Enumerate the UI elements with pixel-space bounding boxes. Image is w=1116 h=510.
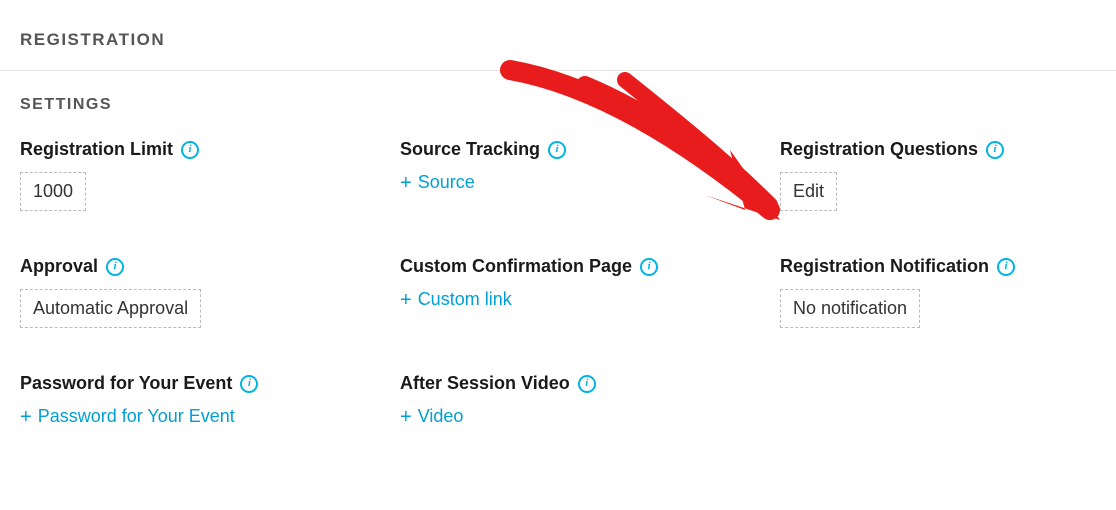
approval-field: Approval i Automatic Approval [20, 256, 400, 328]
section-title: REGISTRATION [20, 30, 1096, 50]
label-text: Password for Your Event [20, 373, 232, 394]
info-icon[interactable]: i [106, 258, 124, 276]
custom-confirmation-label: Custom Confirmation Page i [400, 256, 658, 277]
registration-questions-edit-button[interactable]: Edit [780, 172, 837, 211]
source-tracking-field: Source Tracking i + Source [400, 139, 780, 211]
approval-select[interactable]: Automatic Approval [20, 289, 201, 328]
info-icon[interactable]: i [548, 141, 566, 159]
add-custom-link-button[interactable]: + Custom link [400, 289, 512, 310]
label-text: Registration Limit [20, 139, 173, 160]
action-text: Custom link [418, 289, 512, 310]
registration-limit-label: Registration Limit i [20, 139, 199, 160]
info-icon[interactable]: i [997, 258, 1015, 276]
settings-subtitle: SETTINGS [20, 96, 1096, 114]
label-text: After Session Video [400, 373, 570, 394]
add-password-button[interactable]: + Password for Your Event [20, 406, 235, 427]
info-icon[interactable]: i [240, 375, 258, 393]
password-label: Password for Your Event i [20, 373, 258, 394]
approval-label: Approval i [20, 256, 124, 277]
settings-panel: SETTINGS Registration Limit i 1000 Sourc… [0, 71, 1116, 447]
info-icon[interactable]: i [986, 141, 1004, 159]
add-video-button[interactable]: + Video [400, 406, 463, 427]
registration-questions-label: Registration Questions i [780, 139, 1004, 160]
password-field: Password for Your Event i + Password for… [20, 373, 400, 427]
section-header: REGISTRATION [0, 0, 1116, 71]
registration-notification-label: Registration Notification i [780, 256, 1015, 277]
plus-icon: + [400, 290, 412, 310]
source-tracking-label: Source Tracking i [400, 139, 566, 160]
info-icon[interactable]: i [640, 258, 658, 276]
settings-grid: Registration Limit i 1000 Source Trackin… [20, 139, 1096, 427]
action-text: Source [418, 172, 475, 193]
empty-cell [780, 373, 1096, 427]
after-session-video-field: After Session Video i + Video [400, 373, 780, 427]
registration-notification-field: Registration Notification i No notificat… [780, 256, 1096, 328]
notification-select[interactable]: No notification [780, 289, 920, 328]
registration-questions-field: Registration Questions i Edit [780, 139, 1096, 211]
registration-limit-input[interactable]: 1000 [20, 172, 86, 211]
label-text: Source Tracking [400, 139, 540, 160]
label-text: Approval [20, 256, 98, 277]
info-icon[interactable]: i [181, 141, 199, 159]
info-icon[interactable]: i [578, 375, 596, 393]
label-text: Registration Notification [780, 256, 989, 277]
label-text: Registration Questions [780, 139, 978, 160]
plus-icon: + [400, 407, 412, 427]
plus-icon: + [400, 173, 412, 193]
add-source-button[interactable]: + Source [400, 172, 475, 193]
action-text: Video [418, 406, 464, 427]
label-text: Custom Confirmation Page [400, 256, 632, 277]
action-text: Password for Your Event [38, 406, 235, 427]
custom-confirmation-field: Custom Confirmation Page i + Custom link [400, 256, 780, 328]
plus-icon: + [20, 407, 32, 427]
after-session-video-label: After Session Video i [400, 373, 596, 394]
registration-limit-field: Registration Limit i 1000 [20, 139, 400, 211]
